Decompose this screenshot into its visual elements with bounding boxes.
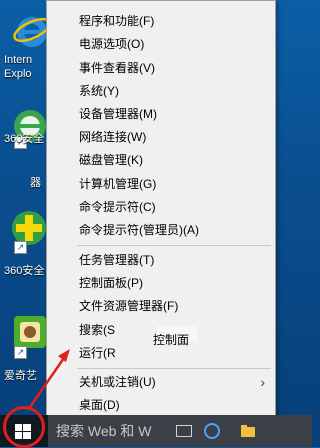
folder-icon[interactable] — [240, 423, 256, 439]
annotation-circle — [3, 406, 45, 448]
task-view-icon[interactable] — [176, 425, 192, 437]
chevron-right-icon: › — [260, 374, 265, 390]
shortcut-arrow-icon: ↗ — [14, 241, 27, 254]
menu-separator — [77, 245, 271, 246]
menu-item-control-panel[interactable]: 控制面板(P) — [47, 272, 275, 294]
menu-item-run[interactable]: 运行(R — [47, 342, 275, 364]
desktop-icon-label: 360安全 — [4, 133, 45, 145]
menu-item-event-viewer[interactable]: 事件查看器(V) — [47, 57, 275, 79]
menu-item-file-explorer[interactable]: 文件资源管理器(F) — [47, 295, 275, 317]
desktop-icon-label: 360安全 — [4, 265, 45, 277]
search-placeholder: 搜索 Web 和 W — [56, 423, 152, 439]
menu-item-desktop[interactable]: 桌面(D) — [47, 394, 275, 416]
menu-item-network-connections[interactable]: 网络连接(W) — [47, 126, 275, 148]
menu-item-command-prompt-admin[interactable]: 命令提示符(管理员)(A) — [47, 219, 275, 241]
edge-browser-icon[interactable] — [204, 423, 220, 439]
shortcut-arrow-icon: ↗ — [14, 346, 27, 359]
desktop-icon-label: Explo — [4, 68, 32, 80]
desktop-icon-label: 爱奇艺 — [4, 370, 37, 382]
menu-item-device-manager[interactable]: 设备管理器(M) — [47, 103, 275, 125]
quick-link-menu: 程序和功能(F) 电源选项(O) 事件查看器(V) 系统(Y) 设备管理器(M)… — [46, 0, 276, 422]
menu-item-task-manager[interactable]: 任务管理器(T) — [47, 249, 275, 271]
desktop-icon-label: Intern — [4, 54, 33, 66]
menu-item-programs-features[interactable]: 程序和功能(F) — [47, 10, 275, 32]
desktop-icon-label: 器 — [30, 177, 41, 189]
menu-item-label: 关机或注销(U) — [79, 375, 156, 389]
menu-item-system[interactable]: 系统(Y) — [47, 80, 275, 102]
menu-item-disk-management[interactable]: 磁盘管理(K) — [47, 149, 275, 171]
menu-item-shutdown-signout[interactable]: 关机或注销(U) › — [47, 371, 275, 393]
taskbar: 搜索 Web 和 W — [0, 415, 312, 447]
menu-item-computer-management[interactable]: 计算机管理(G) — [47, 173, 275, 195]
menu-item-power-options[interactable]: 电源选项(O) — [47, 33, 275, 55]
iqiyi-icon — [14, 316, 46, 348]
menu-item-command-prompt[interactable]: 命令提示符(C) — [47, 196, 275, 218]
menu-separator — [77, 368, 271, 369]
